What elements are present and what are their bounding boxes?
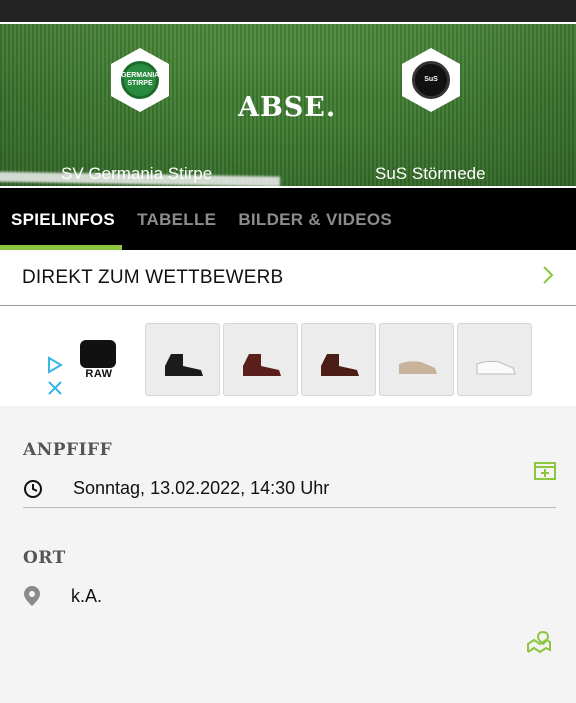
tab-spielinfos[interactable]: SPIELINFOS: [11, 188, 115, 250]
product-tile[interactable]: [223, 323, 298, 396]
map-icon[interactable]: [526, 630, 552, 654]
gstar-logo[interactable]: RAW: [80, 340, 118, 380]
boot-icon: [243, 354, 281, 376]
product-tile[interactable]: [379, 323, 454, 396]
away-team-name[interactable]: SuS Störmede: [375, 164, 486, 184]
product-tile[interactable]: [301, 323, 376, 396]
brand-logo: ABSE.: [238, 92, 337, 123]
boot-icon: [165, 354, 203, 376]
kickoff-row: Sonntag, 13.02.2022, 14:30 Uhr: [23, 478, 329, 499]
kickoff-title: ANPFIFF: [23, 440, 113, 460]
divider: [23, 507, 556, 508]
product-carousel: [145, 323, 532, 396]
tab-bilder-videos[interactable]: BILDER & VIDEOS: [238, 188, 392, 250]
close-icon: [48, 381, 62, 395]
calendar-add-icon[interactable]: [534, 460, 556, 480]
location-pin-icon: [24, 586, 40, 606]
active-tab-indicator: [0, 245, 122, 250]
chevron-right-icon: [542, 265, 554, 291]
adchoices-icon[interactable]: [46, 356, 66, 402]
status-bar: [0, 0, 576, 22]
ad-banner[interactable]: RAW: [0, 306, 576, 406]
sneaker-icon: [476, 360, 516, 375]
location-title: ORT: [23, 548, 66, 568]
sneaker-icon: [399, 361, 437, 374]
match-header: GERMANIA STIRPE ABSE. SuS SV Germania St…: [0, 22, 576, 188]
location-value: k.A.: [71, 585, 103, 606]
product-tile[interactable]: [145, 323, 220, 396]
tab-bar: SPIELINFOS TABELLE BILDER & VIDEOS: [0, 188, 576, 250]
clock-icon: [24, 479, 42, 498]
kickoff-value: Sonntag, 13.02.2022, 14:30 Uhr: [73, 478, 330, 498]
home-team-name[interactable]: SV Germania Stirpe: [61, 164, 212, 184]
product-tile[interactable]: [457, 323, 532, 396]
match-page: GERMANIA STIRPE ABSE. SuS SV Germania St…: [0, 0, 576, 703]
tab-tabelle[interactable]: TABELLE: [137, 188, 216, 250]
location-row: k.A.: [23, 585, 102, 607]
match-info: ANPFIFF Sonntag, 13.02.2022, 14:30 Uhr O…: [0, 408, 576, 703]
competition-link[interactable]: DIREKT ZUM WETTBEWERB: [0, 250, 576, 306]
boot-icon: [321, 354, 359, 376]
competition-link-label: DIREKT ZUM WETTBEWERB: [22, 266, 284, 288]
